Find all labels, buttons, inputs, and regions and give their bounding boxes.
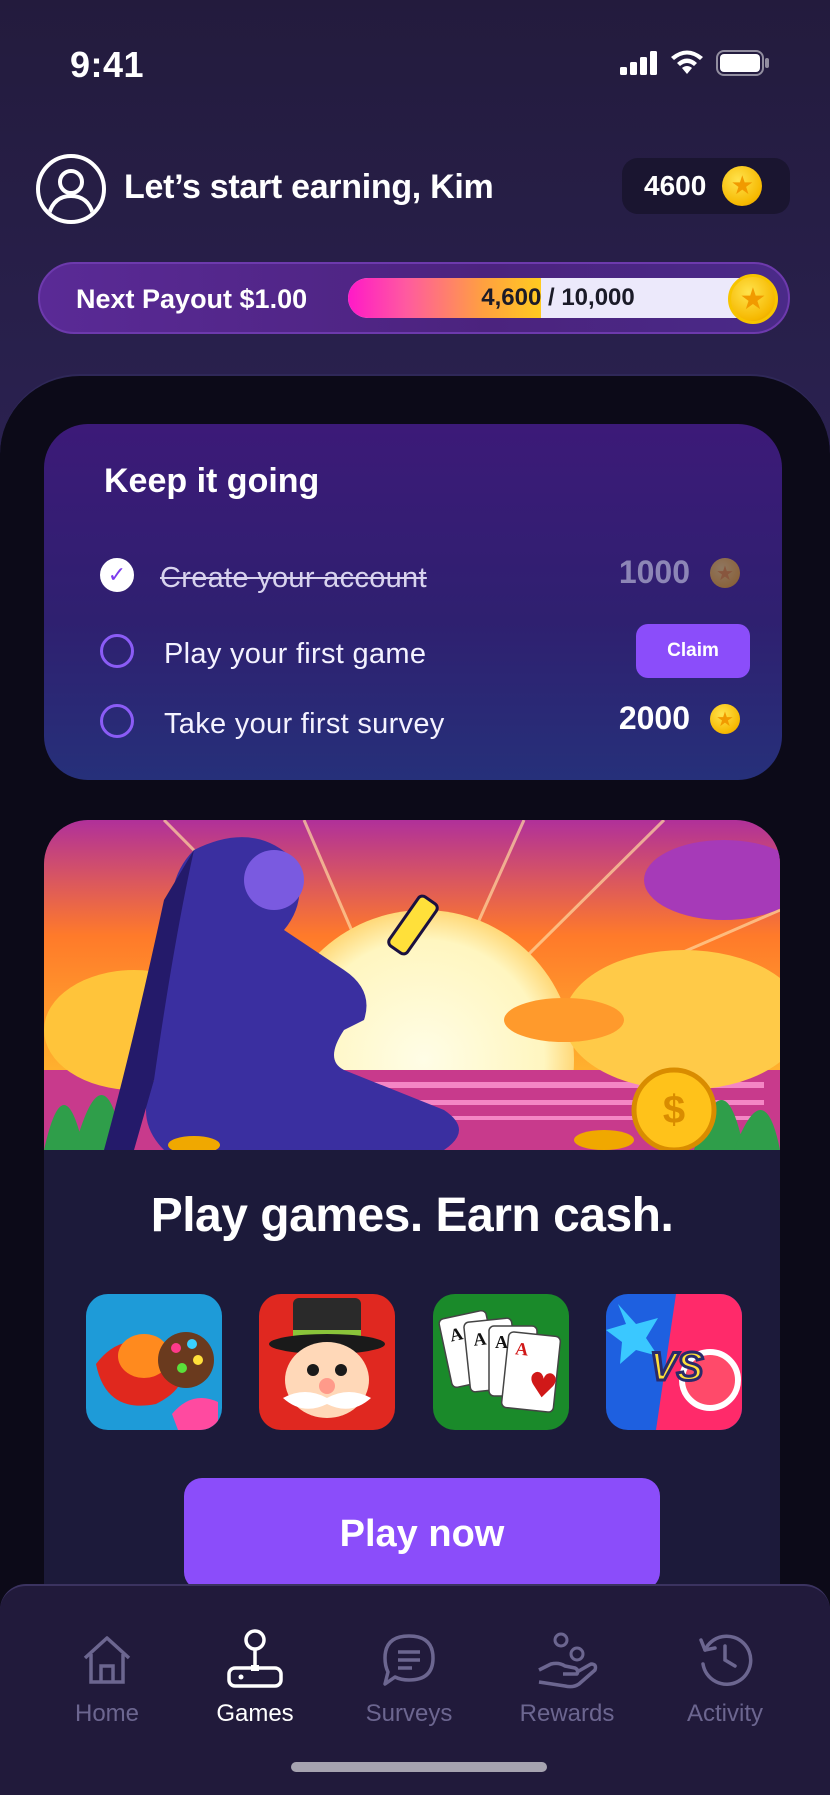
- game-icons-row: A A A A ♥ VS: [86, 1294, 742, 1430]
- coin-icon: [728, 274, 778, 324]
- coin-icon: [710, 557, 740, 588]
- nav-item-home[interactable]: Home: [32, 1628, 182, 1738]
- nav-label-rewards: Rewards: [519, 1700, 615, 1727]
- versus-game-icon[interactable]: VS: [605, 1294, 742, 1430]
- nav-item-activity[interactable]: Activity: [650, 1628, 800, 1738]
- nav-label-home: Home: [74, 1700, 140, 1727]
- nav-item-rewards[interactable]: Rewards: [492, 1628, 642, 1738]
- task-label: Take your first survey: [164, 708, 445, 740]
- onboarding-tasks-card: Keep it going ✓ Create your account 1000…: [44, 424, 782, 780]
- task-reward: 1000: [619, 554, 740, 591]
- task-play-first-game: Play your first game Claim: [100, 624, 750, 680]
- home-icon: [83, 1636, 131, 1684]
- hero-illustration: $: [44, 820, 780, 1150]
- claim-button[interactable]: Claim: [636, 624, 750, 678]
- task-create-account: ✓ Create your account 1000: [100, 548, 740, 604]
- task-label: Play your first game: [164, 638, 427, 670]
- games-title: Play games. Earn cash.: [150, 1189, 674, 1242]
- history-icon: [699, 1634, 753, 1686]
- coin-icon: [722, 166, 763, 206]
- unchecked-circle-icon: [100, 704, 134, 738]
- signal-icon: [620, 51, 657, 75]
- svg-text:A: A: [472, 1328, 487, 1349]
- battery-icon: [716, 50, 769, 76]
- play-now-button[interactable]: Play now: [184, 1478, 660, 1590]
- header: Let’s start earning, Kim 4600: [36, 152, 790, 228]
- coin-balance[interactable]: 4600: [622, 158, 790, 214]
- coin-icon: [710, 703, 740, 734]
- task-reward-value: 2000: [618, 700, 690, 736]
- nav-item-games[interactable]: Games: [180, 1628, 330, 1738]
- greeting-title: Let’s start earning, Kim: [124, 168, 494, 206]
- svg-text:$: $: [663, 1088, 685, 1132]
- payout-progress-text: 4,600 / 10,000: [481, 284, 635, 311]
- tycoon-game-icon[interactable]: [259, 1294, 396, 1430]
- task-reward-value: 1000: [618, 554, 690, 590]
- nav-item-surveys[interactable]: Surveys: [334, 1628, 484, 1738]
- payout-label: Next Payout $1.00: [76, 284, 308, 314]
- svg-text:♥: ♥: [525, 1365, 559, 1408]
- nav-label-activity: Activity: [686, 1700, 763, 1727]
- payout-progress-bar: 4,600 / 10,000: [348, 278, 768, 318]
- svg-text:VS: VS: [650, 1345, 704, 1389]
- tasks-title: Keep it going: [104, 462, 320, 500]
- unchecked-circle-icon: [100, 634, 134, 668]
- chat-icon: [383, 1634, 435, 1686]
- payout-progress-card[interactable]: Next Payout $1.00 4,600 / 10,000: [38, 262, 790, 334]
- home-indicator[interactable]: [291, 1762, 547, 1772]
- app-screen: 9:41 Let’s start earning, Kim 4600 ★ Nex…: [0, 0, 830, 1795]
- svg-text:A: A: [495, 1332, 508, 1352]
- checkmark-icon: ✓: [100, 558, 134, 592]
- solitaire-game-icon[interactable]: A A A A ♥: [432, 1294, 569, 1430]
- task-label: Create your account: [160, 562, 427, 594]
- rewards-icon: [538, 1632, 598, 1689]
- task-take-first-survey: Take your first survey 2000: [100, 694, 740, 750]
- svg-text:A: A: [514, 1338, 529, 1359]
- status-time: 9:41: [70, 44, 145, 85]
- avatar[interactable]: [36, 154, 106, 224]
- status-bar: 9:41: [0, 0, 830, 130]
- task-reward: 2000: [619, 700, 740, 737]
- coin-balance-value: 4600: [644, 170, 707, 201]
- status-icons: [620, 50, 770, 76]
- user-icon: [47, 169, 95, 215]
- nav-label-surveys: Surveys: [365, 1700, 453, 1727]
- joystick-icon: [227, 1629, 283, 1688]
- nav-label-games: Games: [216, 1700, 294, 1727]
- wifi-icon: [671, 50, 703, 74]
- candy-game-icon[interactable]: [86, 1294, 222, 1430]
